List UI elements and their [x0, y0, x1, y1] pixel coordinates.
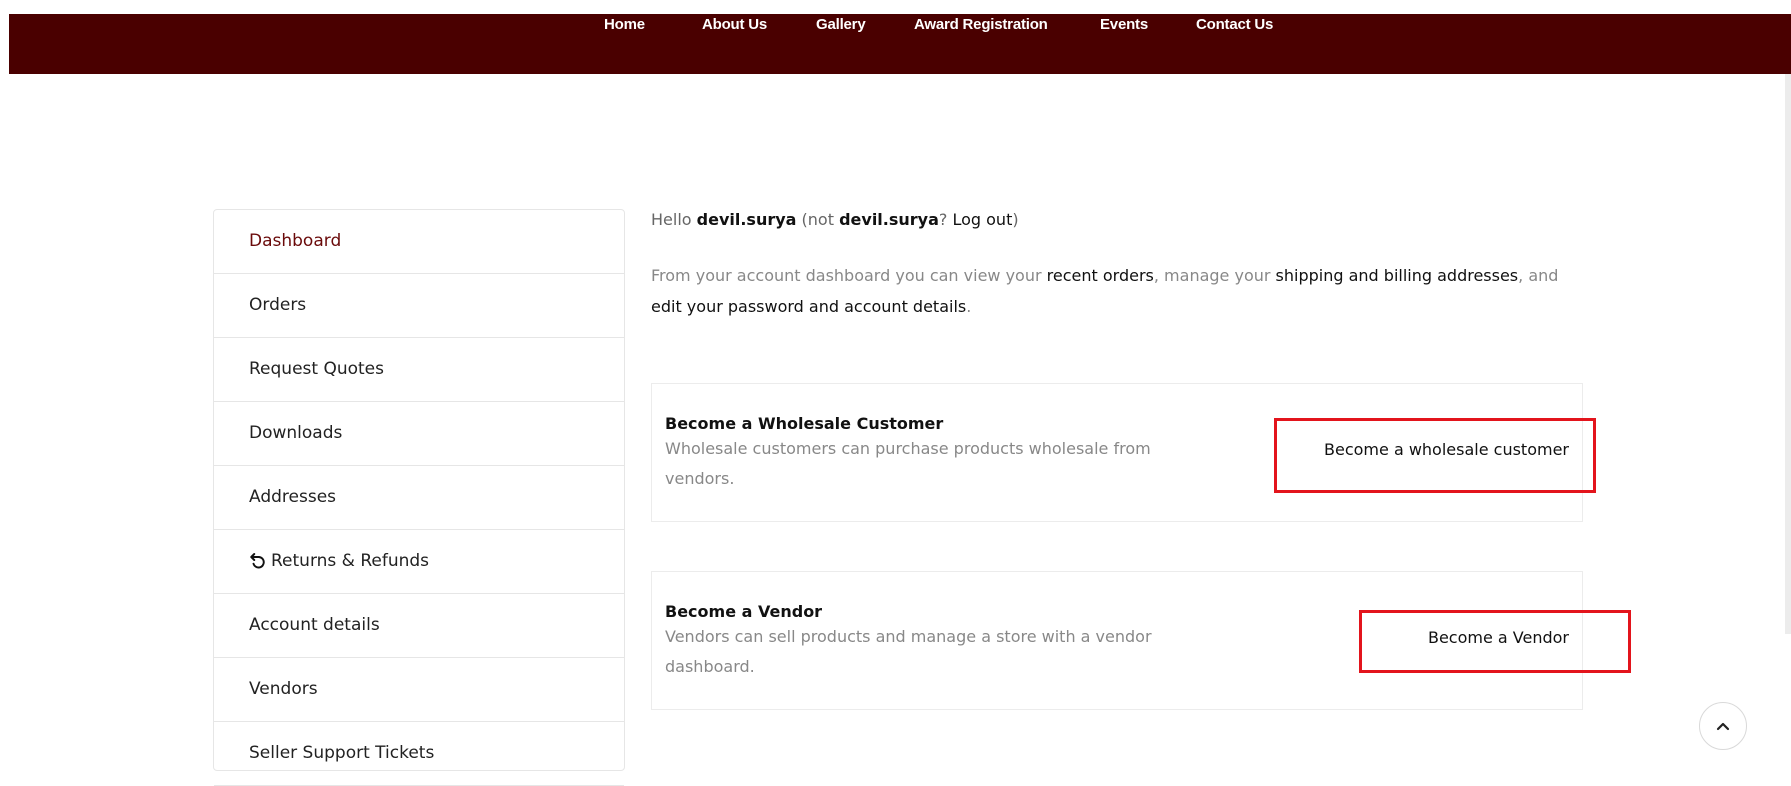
- recent-orders-link[interactable]: recent orders: [1047, 266, 1154, 285]
- wholesale-title: Become a Wholesale Customer: [665, 414, 944, 433]
- sidebar-item-label: Account details: [249, 615, 380, 635]
- addresses-link[interactable]: shipping and billing addresses: [1276, 266, 1519, 285]
- account-details-link[interactable]: edit your password and account details: [651, 297, 966, 316]
- nav-award-registration[interactable]: Award Registration: [914, 16, 1048, 33]
- username-repeat: devil.surya: [839, 210, 939, 229]
- sidebar-item-label: Returns & Refunds: [271, 551, 430, 571]
- greeting-question: ?: [938, 210, 953, 229]
- vendor-description: Vendors can sell products and manage a s…: [665, 627, 1152, 676]
- chevron-up-icon: [1716, 722, 1730, 731]
- sidebar-item-label: Request Quotes: [249, 359, 384, 379]
- nav-gallery[interactable]: Gallery: [816, 16, 866, 33]
- nav-contact-us[interactable]: Contact Us: [1196, 16, 1273, 33]
- sidebar-item-returns-refunds[interactable]: Returns & Refunds: [214, 530, 624, 594]
- sidebar-item-orders[interactable]: Orders: [214, 274, 624, 338]
- sidebar-item-label: Addresses: [249, 487, 337, 507]
- intro-text: , manage your: [1153, 266, 1276, 285]
- vendor-title: Become a Vendor: [665, 602, 823, 621]
- dashboard-intro: From your account dashboard you can view…: [651, 260, 1571, 322]
- sidebar-item-vendors[interactable]: Vendors: [214, 658, 624, 722]
- sidebar-item-label: Seller Support Tickets: [249, 743, 435, 763]
- sidebar-item-seller-support-tickets[interactable]: Seller Support Tickets: [214, 722, 624, 786]
- nav-events[interactable]: Events: [1100, 16, 1148, 33]
- sidebar-item-request-quotes[interactable]: Request Quotes: [214, 338, 624, 402]
- sidebar-item-label: Vendors: [249, 679, 318, 699]
- sidebar-item-label: Downloads: [249, 423, 343, 443]
- nav-about-us[interactable]: About Us: [702, 16, 767, 33]
- sidebar-item-addresses[interactable]: Addresses: [214, 466, 624, 530]
- intro-text: , and: [1518, 266, 1559, 285]
- sidebar-item-account-details[interactable]: Account details: [214, 594, 624, 658]
- nav-home[interactable]: Home: [604, 16, 645, 33]
- account-navigation: Dashboard Orders Request Quotes Download…: [213, 209, 625, 786]
- intro-text: From your account dashboard you can view…: [651, 266, 1047, 285]
- top-navigation-bar: Home About Us Gallery Award Registration…: [9, 14, 1791, 74]
- highlight-box-vendor: [1359, 610, 1631, 673]
- intro-text: .: [966, 297, 972, 316]
- sidebar-item-downloads[interactable]: Downloads: [214, 402, 624, 466]
- greeting-not: (not: [796, 210, 840, 229]
- greeting-close: ): [1012, 210, 1019, 229]
- wholesale-description: Wholesale customers can purchase product…: [665, 439, 1151, 488]
- logout-link[interactable]: Log out: [952, 210, 1012, 229]
- sidebar-item-label: Dashboard: [249, 231, 342, 251]
- undo-icon: [250, 553, 265, 569]
- highlight-box-wholesale: [1274, 418, 1596, 493]
- greeting-prefix: Hello: [651, 210, 697, 229]
- sidebar-item-dashboard[interactable]: Dashboard: [214, 210, 624, 274]
- sidebar-item-label: Orders: [249, 295, 307, 315]
- page-scrollbar[interactable]: [1785, 74, 1791, 634]
- username: devil.surya: [696, 210, 797, 229]
- scroll-to-top-button[interactable]: [1699, 702, 1747, 750]
- greeting-text: Hello devil.surya (not devil.surya? Log …: [651, 210, 1019, 229]
